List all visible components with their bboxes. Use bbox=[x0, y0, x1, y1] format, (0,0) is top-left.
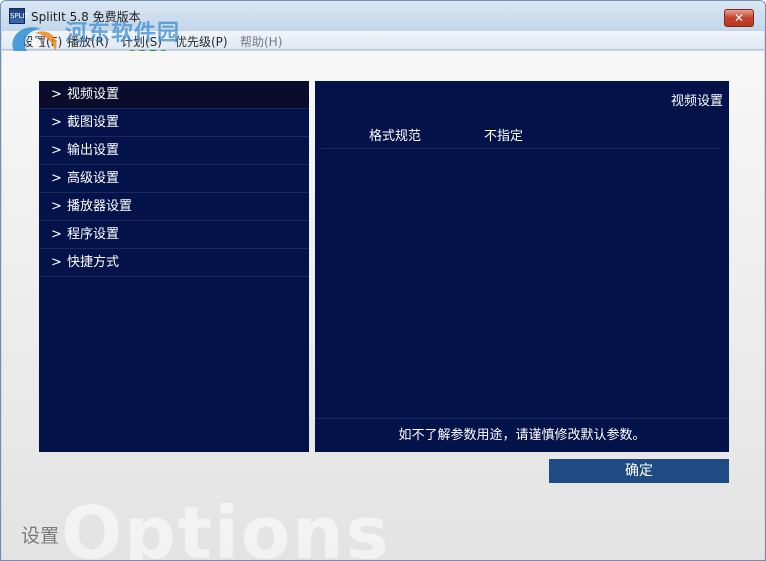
property-row[interactable]: 格式规范 不指定 bbox=[321, 115, 721, 149]
chevron-right-icon: > bbox=[51, 227, 62, 242]
nav-item-advanced[interactable]: > 高级设置 bbox=[39, 165, 309, 193]
chevron-right-icon: > bbox=[51, 87, 62, 102]
nav-item-player[interactable]: > 播放器设置 bbox=[39, 193, 309, 221]
ok-button[interactable]: 确定 bbox=[549, 459, 729, 483]
close-button[interactable]: ✕ bbox=[724, 9, 754, 27]
nav-item-label: 输出设置 bbox=[67, 143, 120, 158]
nav-item-label: 播放器设置 bbox=[67, 199, 133, 214]
chevron-right-icon: > bbox=[51, 143, 62, 158]
nav-item-label: 程序设置 bbox=[67, 227, 120, 242]
nav-item-label: 视频设置 bbox=[67, 87, 120, 102]
chevron-right-icon: > bbox=[51, 115, 62, 130]
watermark-site-name: 河东软件园 bbox=[65, 20, 181, 46]
nav-item-label: 截图设置 bbox=[67, 115, 120, 130]
settings-category-list: > 视频设置 > 截图设置 > 输出设置 > 高级设置 > 播放器设置 > 程序设置 > 快捷… bbox=[39, 81, 309, 452]
chevron-right-icon: > bbox=[51, 171, 62, 186]
nav-item-output[interactable]: > 输出设置 bbox=[39, 137, 309, 165]
property-name: 格式规范 bbox=[369, 129, 422, 144]
nav-item-program[interactable]: > 程序设置 bbox=[39, 221, 309, 249]
chevron-right-icon: > bbox=[51, 199, 62, 214]
settings-caption: 设置 bbox=[21, 525, 60, 547]
app-window: SPLIT SplitIt 5.8 免费版本 ✕ 设置(F) 播放(R) 计划(… bbox=[0, 0, 766, 561]
chevron-right-icon: > bbox=[51, 255, 62, 270]
property-value[interactable]: 不指定 bbox=[484, 125, 523, 144]
panel-title: 视频设置 bbox=[670, 94, 723, 109]
options-background-text: Options bbox=[61, 491, 391, 561]
nav-item-video[interactable]: > 视频设置 bbox=[39, 81, 309, 109]
nav-item-label: 高级设置 bbox=[67, 171, 120, 186]
settings-detail-panel: 视频设置 格式规范 不指定 如不了解参数用途，请谨慎修改默认参数。 bbox=[315, 81, 729, 452]
nav-item-label: 快捷方式 bbox=[67, 255, 120, 270]
nav-item-screenshot[interactable]: > 截图设置 bbox=[39, 109, 309, 137]
menu-help[interactable]: 帮助(H) bbox=[240, 33, 282, 50]
close-icon: ✕ bbox=[733, 11, 745, 25]
nav-item-shortcuts[interactable]: > 快捷方式 bbox=[39, 249, 309, 277]
panel-hint: 如不了解参数用途，请谨慎修改默认参数。 bbox=[315, 418, 729, 452]
